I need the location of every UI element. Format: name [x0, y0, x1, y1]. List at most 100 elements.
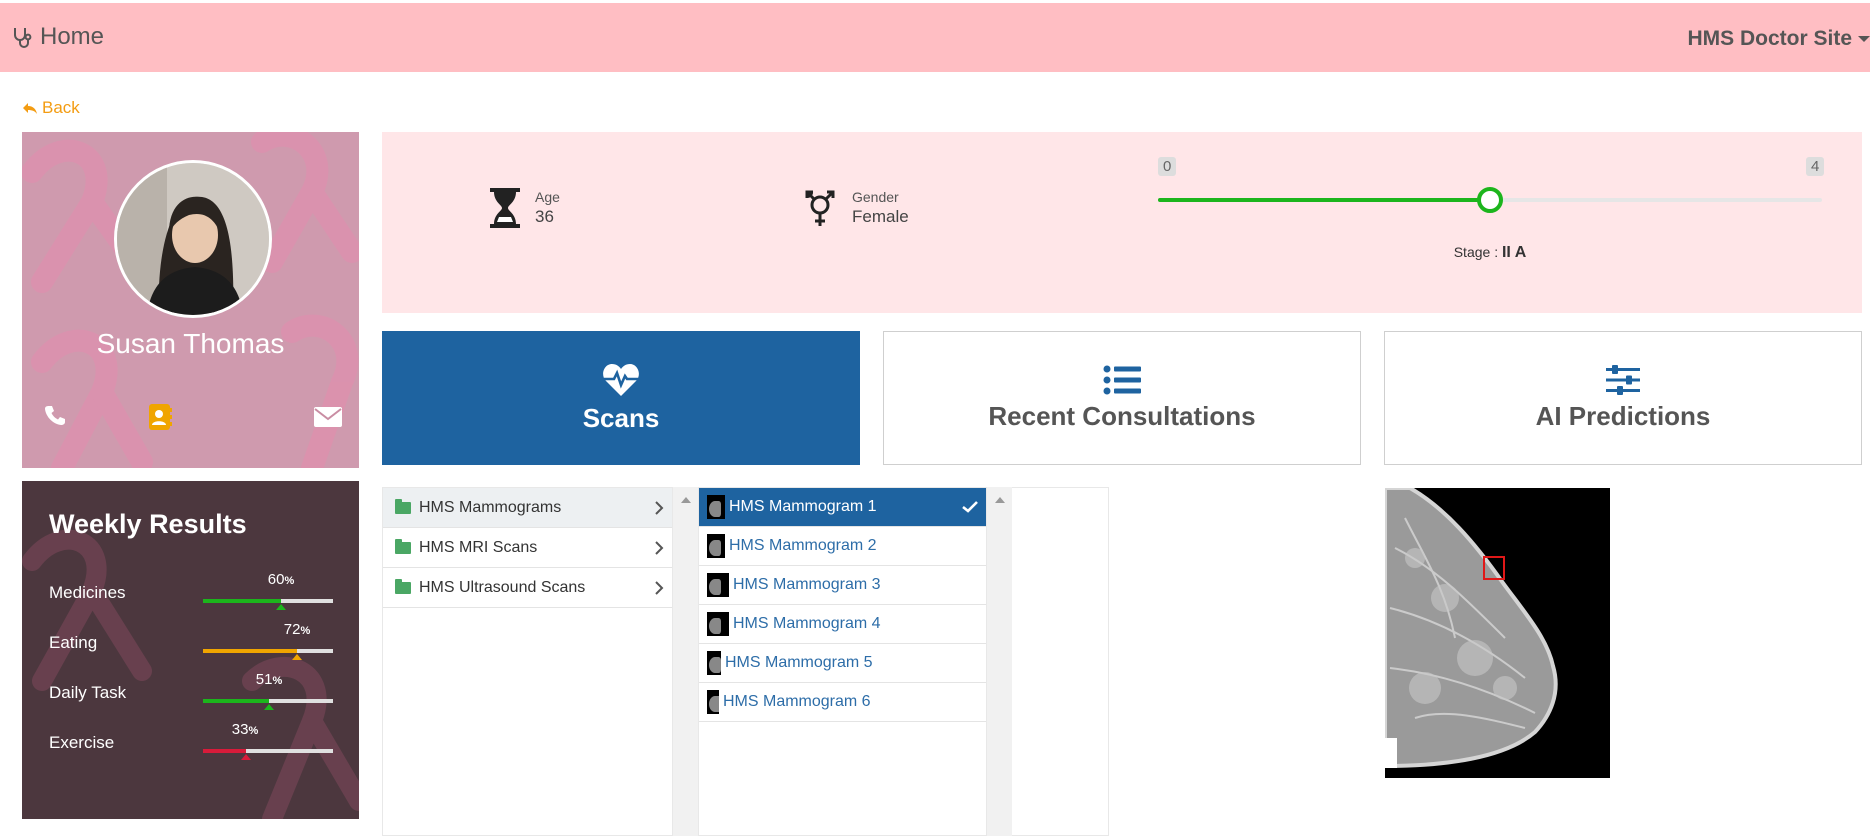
transgender-icon — [805, 190, 835, 226]
list-icon — [1103, 365, 1141, 394]
avatar — [114, 160, 272, 318]
region-of-interest-box — [1483, 556, 1505, 580]
gender-value: Female — [852, 207, 909, 226]
scan-item-1[interactable]: HMS Mammogram 1 — [699, 488, 986, 527]
back-label: Back — [42, 98, 80, 117]
folder-label: HMS Mammograms — [419, 498, 562, 516]
heartbeat-icon — [603, 363, 639, 396]
scan-item-3[interactable]: HMS Mammogram 3 — [699, 566, 986, 605]
scan-item-2[interactable]: HMS Mammogram 2 — [699, 527, 986, 566]
reply-arrow-icon — [23, 102, 37, 114]
result-progress-bar — [203, 699, 333, 703]
stage-value: II A — [1501, 244, 1527, 261]
scan-thumbnail — [707, 495, 725, 519]
checkmark-icon — [962, 501, 978, 513]
site-dropdown[interactable]: HMS Doctor Site — [1687, 27, 1870, 51]
chevron-right-icon — [655, 501, 664, 515]
home-label: Home — [40, 23, 105, 50]
scan-label: HMS Mammogram 1 — [729, 498, 877, 515]
tab-label: Scans — [582, 402, 660, 433]
scan-item-5[interactable]: HMS Mammogram 5 — [699, 644, 986, 683]
weekly-results-title: Weekly Results — [49, 509, 247, 539]
result-value: 60% — [267, 571, 295, 588]
stage-prefix: Stage : — [1453, 244, 1502, 260]
tab-recent-consultations[interactable]: Recent Consultations — [883, 331, 1361, 465]
result-progress-bar — [203, 649, 333, 653]
folder-icon — [395, 538, 411, 554]
gender-label: Gender — [852, 189, 899, 205]
scan-label: HMS Mammogram 4 — [733, 615, 881, 632]
folder-column: HMS Mammograms HMS MRI Scans HMS Ultraso… — [382, 487, 673, 836]
folder-scrollbar[interactable] — [673, 487, 698, 836]
result-row-eating: Eating 72% — [49, 621, 339, 661]
phone-icon[interactable] — [44, 404, 66, 426]
contact-book-icon[interactable] — [148, 404, 172, 430]
age-value: 36 — [535, 207, 554, 226]
stethoscope-icon — [14, 28, 32, 48]
empty-column — [1012, 487, 1109, 836]
result-progress-bar — [203, 749, 333, 753]
scan-item-4[interactable]: HMS Mammogram 4 — [699, 605, 986, 644]
result-value: 33% — [231, 721, 259, 738]
patient-name: Susan Thomas — [96, 328, 285, 359]
result-progress-fill — [203, 749, 246, 753]
scan-label: HMS Mammogram 5 — [725, 654, 873, 671]
scan-label: HMS Mammogram 3 — [733, 576, 881, 593]
stage-slider-fill — [1158, 198, 1490, 202]
caret-down-icon — [1858, 36, 1870, 42]
mammogram-preview-image — [1385, 488, 1610, 778]
result-row-medicines: Medicines 60% — [49, 571, 339, 611]
age-label: Age — [535, 189, 560, 205]
folder-item-mri-scans[interactable]: HMS MRI Scans — [383, 528, 672, 568]
tab-label: AI Predictions — [1535, 400, 1711, 431]
folder-item-mammograms[interactable]: HMS Mammograms — [383, 488, 672, 528]
scan-thumbnail — [707, 690, 719, 714]
age-stat: Age 36 — [489, 188, 560, 228]
result-progress-bar — [203, 599, 333, 603]
result-marker — [276, 604, 286, 610]
top-navbar: Home HMS Doctor Site — [0, 3, 1870, 72]
result-label: Exercise — [49, 733, 115, 752]
back-link[interactable]: Back — [22, 98, 80, 118]
tab-ai-predictions[interactable]: AI Predictions — [1384, 331, 1862, 465]
scroll-up-icon[interactable] — [995, 497, 1005, 503]
result-progress-fill — [203, 649, 297, 653]
patient-info-bar: Age 36 Gender Female 0 4 Stage : II A — [382, 132, 1862, 313]
scan-thumbnail — [707, 612, 729, 636]
stage-slider[interactable] — [1158, 187, 1822, 213]
result-marker — [264, 704, 275, 710]
scan-thumbnail — [707, 651, 721, 675]
chevron-right-icon — [655, 541, 664, 555]
hourglass-icon — [490, 188, 520, 228]
result-row-exercise: Exercise 33% — [49, 721, 339, 761]
folder-item-ultrasound-scans[interactable]: HMS Ultrasound Scans — [383, 568, 672, 608]
scan-scrollbar[interactable] — [987, 487, 1012, 836]
envelope-icon[interactable] — [314, 407, 342, 427]
result-label: Daily Task — [49, 683, 127, 702]
scroll-up-icon[interactable] — [681, 497, 691, 503]
tab-label: Recent Consultations — [988, 400, 1256, 431]
mammogram-image — [1385, 488, 1610, 778]
scan-thumbnail — [707, 534, 725, 558]
folder-icon — [395, 498, 411, 514]
result-label: Medicines — [49, 583, 126, 602]
folder-label: HMS MRI Scans — [419, 538, 538, 556]
scan-column: HMS Mammogram 1 HMS Mammogram 2 HMS Mamm… — [698, 487, 987, 836]
patient-photo — [117, 163, 269, 315]
folder-label: HMS Ultrasound Scans — [419, 578, 586, 596]
stage-min-label: 0 — [1158, 157, 1177, 176]
home-link[interactable]: Home — [12, 23, 104, 51]
folder-icon — [395, 578, 411, 594]
result-progress-fill — [203, 699, 270, 703]
tab-scans[interactable]: Scans — [382, 331, 860, 465]
scan-item-6[interactable]: HMS Mammogram 6 — [699, 683, 986, 722]
result-value: 51% — [255, 671, 283, 688]
stage-slider-handle[interactable] — [1477, 187, 1503, 213]
patient-profile-card: Susan Thomas — [22, 132, 359, 468]
site-label: HMS Doctor Site — [1687, 27, 1852, 50]
weekly-results-card: Weekly Results Medicines 60% Eating 72% … — [22, 481, 359, 819]
result-marker — [240, 754, 251, 760]
scan-label: HMS Mammogram 6 — [723, 693, 871, 710]
chevron-right-icon — [655, 581, 664, 595]
result-row-daily-task: Daily Task 51% — [49, 671, 339, 711]
